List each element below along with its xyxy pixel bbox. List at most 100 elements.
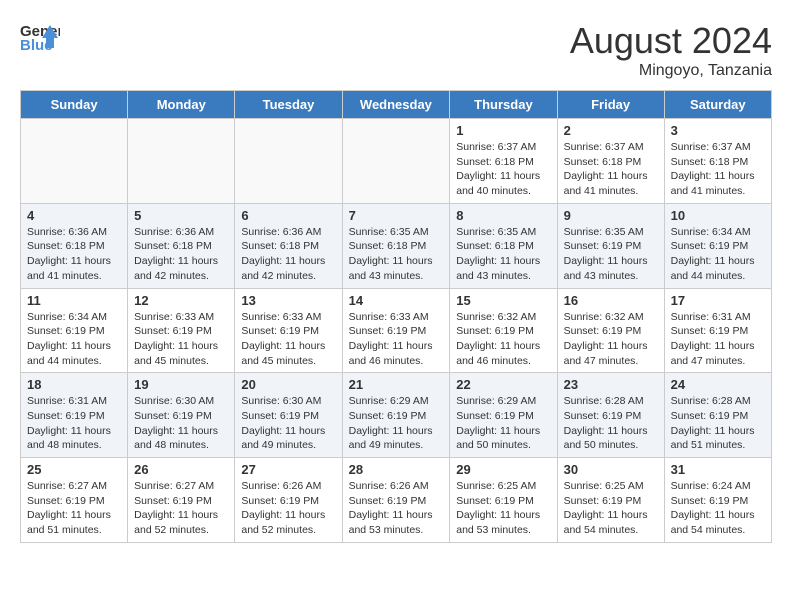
day-number: 9 [564,208,658,223]
calendar-day-cell: 13 Sunrise: 6:33 AM Sunset: 6:19 PM Dayli… [235,288,342,373]
logo: General Blue [20,20,64,55]
calendar-day-cell: 2 Sunrise: 6:37 AM Sunset: 6:18 PM Daylig… [557,119,664,204]
day-info: Sunrise: 6:36 AM Sunset: 6:18 PM Dayligh… [134,225,228,284]
day-number: 11 [27,293,121,308]
day-number: 6 [241,208,335,223]
calendar-day-cell [235,119,342,204]
calendar-week-row: 11 Sunrise: 6:34 AM Sunset: 6:19 PM Dayli… [21,288,772,373]
day-info: Sunrise: 6:25 AM Sunset: 6:19 PM Dayligh… [456,479,550,538]
calendar-day-cell: 21 Sunrise: 6:29 AM Sunset: 6:19 PM Dayli… [342,373,450,458]
calendar-day-cell: 30 Sunrise: 6:25 AM Sunset: 6:19 PM Dayli… [557,458,664,543]
day-info: Sunrise: 6:35 AM Sunset: 6:18 PM Dayligh… [349,225,444,284]
page-header: General Blue August 2024 Mingoyo, Tanzan… [20,20,772,80]
calendar-day-cell: 3Sunrise: 6:37 AM Sunset: 6:18 PM Daylig… [664,119,771,204]
weekday-header-cell: Monday [128,91,235,119]
day-number: 27 [241,462,335,477]
day-number: 4 [27,208,121,223]
weekday-header-cell: Friday [557,91,664,119]
calendar-day-cell: 27 Sunrise: 6:26 AM Sunset: 6:19 PM Dayli… [235,458,342,543]
calendar-day-cell: 28 Sunrise: 6:26 AM Sunset: 6:19 PM Dayli… [342,458,450,543]
day-number: 17 [671,293,765,308]
weekday-header-cell: Sunday [21,91,128,119]
day-info: Sunrise: 6:27 AM Sunset: 6:19 PM Dayligh… [27,479,121,538]
calendar-day-cell: 17 Sunrise: 6:31 AM Sunset: 6:19 PM Dayli… [664,288,771,373]
day-number: 10 [671,208,765,223]
day-info: Sunrise: 6:29 AM Sunset: 6:19 PM Dayligh… [456,394,550,453]
day-info: Sunrise: 6:33 AM Sunset: 6:19 PM Dayligh… [241,310,335,369]
day-number: 8 [456,208,550,223]
calendar-day-cell: 14Sunrise: 6:33 AM Sunset: 6:19 PM Dayli… [342,288,450,373]
day-info: Sunrise: 6:32 AM Sunset: 6:19 PM Dayligh… [456,310,550,369]
day-info: Sunrise: 6:37 AM Sunset: 6:18 PM Dayligh… [671,140,765,199]
day-number: 18 [27,377,121,392]
day-number: 2 [564,123,658,138]
day-number: 31 [671,462,765,477]
weekday-header-cell: Wednesday [342,91,450,119]
day-info: Sunrise: 6:37 AM Sunset: 6:18 PM Dayligh… [456,140,550,199]
day-info: Sunrise: 6:30 AM Sunset: 6:19 PM Dayligh… [134,394,228,453]
day-info: Sunrise: 6:28 AM Sunset: 6:19 PM Dayligh… [564,394,658,453]
day-number: 21 [349,377,444,392]
day-info: Sunrise: 6:34 AM Sunset: 6:19 PM Dayligh… [27,310,121,369]
calendar-day-cell: 6 Sunrise: 6:36 AM Sunset: 6:18 PM Daylig… [235,203,342,288]
calendar-day-cell: 8 Sunrise: 6:35 AM Sunset: 6:18 PM Daylig… [450,203,557,288]
day-number: 16 [564,293,658,308]
day-number: 19 [134,377,228,392]
day-info: Sunrise: 6:28 AM Sunset: 6:19 PM Dayligh… [671,394,765,453]
day-number: 15 [456,293,550,308]
weekday-header-row: SundayMondayTuesdayWednesdayThursdayFrid… [21,91,772,119]
calendar-day-cell [342,119,450,204]
calendar-body: 1Sunrise: 6:37 AM Sunset: 6:18 PM Daylig… [21,119,772,543]
day-number: 26 [134,462,228,477]
calendar-day-cell: 19 Sunrise: 6:30 AM Sunset: 6:19 PM Dayli… [128,373,235,458]
day-info: Sunrise: 6:27 AM Sunset: 6:19 PM Dayligh… [134,479,228,538]
calendar-day-cell: 10 Sunrise: 6:34 AM Sunset: 6:19 PM Dayli… [664,203,771,288]
calendar-week-row: 25 Sunrise: 6:27 AM Sunset: 6:19 PM Dayli… [21,458,772,543]
day-number: 20 [241,377,335,392]
day-info: Sunrise: 6:29 AM Sunset: 6:19 PM Dayligh… [349,394,444,453]
day-number: 13 [241,293,335,308]
calendar-day-cell: 22Sunrise: 6:29 AM Sunset: 6:19 PM Dayli… [450,373,557,458]
day-info: Sunrise: 6:34 AM Sunset: 6:19 PM Dayligh… [671,225,765,284]
calendar-day-cell: 24Sunrise: 6:28 AM Sunset: 6:19 PM Dayli… [664,373,771,458]
calendar-day-cell: 9Sunrise: 6:35 AM Sunset: 6:19 PM Daylig… [557,203,664,288]
day-info: Sunrise: 6:36 AM Sunset: 6:18 PM Dayligh… [241,225,335,284]
day-info: Sunrise: 6:30 AM Sunset: 6:19 PM Dayligh… [241,394,335,453]
day-info: Sunrise: 6:31 AM Sunset: 6:19 PM Dayligh… [27,394,121,453]
calendar-day-cell: 12Sunrise: 6:33 AM Sunset: 6:19 PM Dayli… [128,288,235,373]
day-info: Sunrise: 6:35 AM Sunset: 6:18 PM Dayligh… [456,225,550,284]
day-info: Sunrise: 6:36 AM Sunset: 6:18 PM Dayligh… [27,225,121,284]
day-number: 23 [564,377,658,392]
calendar-day-cell: 23 Sunrise: 6:28 AM Sunset: 6:19 PM Dayli… [557,373,664,458]
day-info: Sunrise: 6:31 AM Sunset: 6:19 PM Dayligh… [671,310,765,369]
logo-icon: General Blue [20,20,60,55]
calendar: SundayMondayTuesdayWednesdayThursdayFrid… [20,90,772,543]
calendar-day-cell: 26 Sunrise: 6:27 AM Sunset: 6:19 PM Dayli… [128,458,235,543]
calendar-week-row: 1Sunrise: 6:37 AM Sunset: 6:18 PM Daylig… [21,119,772,204]
day-info: Sunrise: 6:26 AM Sunset: 6:19 PM Dayligh… [241,479,335,538]
day-info: Sunrise: 6:33 AM Sunset: 6:19 PM Dayligh… [349,310,444,369]
calendar-day-cell: 29 Sunrise: 6:25 AM Sunset: 6:19 PM Dayli… [450,458,557,543]
day-info: Sunrise: 6:25 AM Sunset: 6:19 PM Dayligh… [564,479,658,538]
calendar-day-cell: 20 Sunrise: 6:30 AM Sunset: 6:19 PM Dayli… [235,373,342,458]
weekday-header-cell: Thursday [450,91,557,119]
calendar-day-cell: 25 Sunrise: 6:27 AM Sunset: 6:19 PM Dayli… [21,458,128,543]
day-number: 25 [27,462,121,477]
calendar-day-cell: 15 Sunrise: 6:32 AM Sunset: 6:19 PM Dayli… [450,288,557,373]
calendar-day-cell: 18 Sunrise: 6:31 AM Sunset: 6:19 PM Dayli… [21,373,128,458]
calendar-day-cell: 5Sunrise: 6:36 AM Sunset: 6:18 PM Daylig… [128,203,235,288]
calendar-week-row: 18 Sunrise: 6:31 AM Sunset: 6:19 PM Dayli… [21,373,772,458]
calendar-day-cell: 16 Sunrise: 6:32 AM Sunset: 6:19 PM Dayli… [557,288,664,373]
day-number: 30 [564,462,658,477]
day-info: Sunrise: 6:33 AM Sunset: 6:19 PM Dayligh… [134,310,228,369]
day-info: Sunrise: 6:32 AM Sunset: 6:19 PM Dayligh… [564,310,658,369]
location: Mingoyo, Tanzania [570,62,772,80]
day-number: 29 [456,462,550,477]
day-number: 28 [349,462,444,477]
day-info: Sunrise: 6:37 AM Sunset: 6:18 PM Dayligh… [564,140,658,199]
calendar-day-cell: 31Sunrise: 6:24 AM Sunset: 6:19 PM Dayli… [664,458,771,543]
calendar-day-cell [21,119,128,204]
month-title: August 2024 [570,20,772,62]
day-info: Sunrise: 6:26 AM Sunset: 6:19 PM Dayligh… [349,479,444,538]
calendar-day-cell [128,119,235,204]
